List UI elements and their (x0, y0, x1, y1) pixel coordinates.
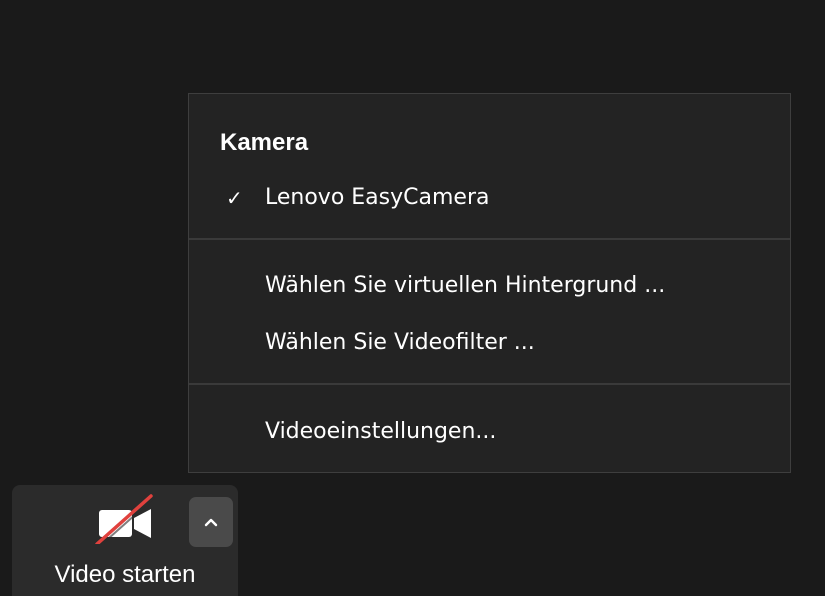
video-options-caret-button[interactable] (189, 497, 233, 547)
video-filter-item[interactable]: Wählen Sie Videofilter ... (189, 323, 790, 363)
checkmark-icon: ✓ (226, 186, 243, 210)
video-filter-label: Wählen Sie Videofilter ... (265, 330, 535, 355)
camera-device-item[interactable]: ✓ Lenovo EasyCamera (189, 178, 790, 218)
chevron-up-icon (203, 516, 219, 528)
camera-menu-heading: Kamera (220, 129, 309, 156)
virtual-background-item[interactable]: Wählen Sie virtuellen Hintergrund ... (189, 266, 790, 306)
camera-off-icon[interactable] (95, 494, 159, 547)
meeting-screen: Kamera ✓ Lenovo EasyCamera Wählen Sie vi… (0, 0, 825, 596)
camera-menu: Kamera ✓ Lenovo EasyCamera Wählen Sie vi… (188, 93, 791, 473)
virtual-background-label: Wählen Sie virtuellen Hintergrund ... (265, 273, 666, 298)
menu-divider (189, 238, 790, 240)
start-video-label: Video starten (54, 561, 196, 588)
menu-divider (189, 383, 790, 385)
video-settings-label: Videoeinstellungen... (265, 419, 497, 444)
camera-device-label: Lenovo EasyCamera (265, 185, 490, 210)
video-settings-item[interactable]: Videoeinstellungen... (189, 412, 790, 452)
